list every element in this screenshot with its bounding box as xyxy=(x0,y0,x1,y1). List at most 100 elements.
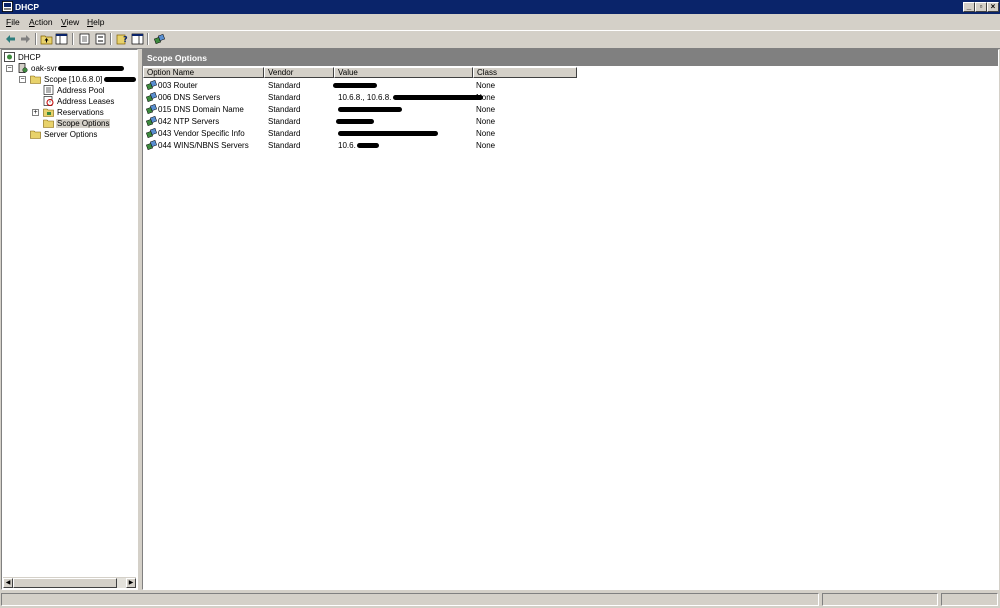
menu-action[interactable]: Action xyxy=(29,17,53,27)
option-class: None xyxy=(476,81,496,90)
option-icon xyxy=(146,80,157,91)
option-vendor: Standard xyxy=(268,141,301,150)
tree-item-scope[interactable]: Scope [10.6.8.0] xyxy=(30,74,137,85)
status-bar xyxy=(0,592,1000,608)
properties-icon[interactable] xyxy=(78,33,91,45)
back-arrow-icon[interactable] xyxy=(4,33,17,45)
scroll-thumb[interactable] xyxy=(13,578,117,588)
tree-item-server[interactable]: oak-svr xyxy=(17,63,137,74)
tree-label-server: oak-svr xyxy=(31,64,125,73)
tree-item-address-leases[interactable]: Address Leases xyxy=(43,96,133,107)
column-header-option-name[interactable]: Option Name xyxy=(143,67,264,78)
option-icon xyxy=(146,128,157,139)
define-options-icon[interactable] xyxy=(153,33,166,45)
option-vendor: Standard xyxy=(268,81,301,90)
mmc-console-icon xyxy=(2,1,13,12)
close-button[interactable]: × xyxy=(987,2,999,12)
restore-button[interactable]: ▫ xyxy=(975,2,987,12)
help-icon[interactable]: ? xyxy=(116,33,129,45)
scroll-right-arrow-icon[interactable]: ▶ xyxy=(126,578,136,588)
table-row[interactable]: 003 Router Standard None xyxy=(143,80,998,92)
option-icon xyxy=(146,104,157,115)
tree-label-address-pool: Address Pool xyxy=(57,86,105,95)
dhcp-icon xyxy=(4,52,15,62)
option-icon xyxy=(146,92,157,103)
option-class: None xyxy=(476,93,496,102)
option-name: 042 NTP Servers xyxy=(158,117,220,126)
column-header-vendor[interactable]: Vendor xyxy=(264,67,334,78)
option-value: 10.6. xyxy=(338,141,379,150)
table-row[interactable]: 006 DNS Servers Standard 10.6.8., 10.6.8… xyxy=(143,92,998,104)
collapse-server-toggle[interactable]: − xyxy=(6,65,13,72)
option-name: 006 DNS Servers xyxy=(158,93,221,102)
option-name: 003 Router xyxy=(158,81,198,90)
server-icon xyxy=(18,63,28,73)
server-options-icon xyxy=(30,130,41,139)
reservations-folder-icon xyxy=(43,108,54,117)
option-name: 043 Vendor Specific Info xyxy=(158,129,245,138)
option-class: None xyxy=(476,141,496,150)
option-icon xyxy=(146,140,157,151)
status-cell-2 xyxy=(822,593,938,606)
show-hide-action-pane-icon[interactable] xyxy=(131,33,144,45)
window-title: DHCP xyxy=(15,2,40,12)
tree-label-server-options: Server Options xyxy=(44,130,98,139)
up-folder-icon[interactable] xyxy=(40,33,53,45)
option-class: None xyxy=(476,117,496,126)
expand-reservations-toggle[interactable]: + xyxy=(32,109,39,116)
option-class: None xyxy=(476,129,496,138)
option-vendor: Standard xyxy=(268,93,301,102)
svg-text:?: ? xyxy=(123,35,128,44)
tree-item-scope-options[interactable]: Scope Options xyxy=(43,118,133,129)
option-value xyxy=(338,105,402,114)
column-header-class[interactable]: Class xyxy=(473,67,577,78)
menu-help[interactable]: Help xyxy=(87,17,104,27)
address-pool-icon xyxy=(43,85,54,95)
option-vendor: Standard xyxy=(268,105,301,114)
status-cell-main xyxy=(1,593,819,606)
minimize-button[interactable]: _ xyxy=(963,2,975,12)
tree-label-dhcp: DHCP xyxy=(18,53,41,62)
details-pane: Scope Options Option Name Vendor Value C… xyxy=(142,49,999,590)
option-vendor: Standard xyxy=(268,117,301,126)
tree-label-reservations: Reservations xyxy=(57,108,104,117)
tree-label-scope: Scope [10.6.8.0] xyxy=(44,75,137,84)
pane-title-bar: Scope Options xyxy=(143,50,998,66)
scope-options-icon xyxy=(43,119,54,128)
table-row[interactable]: 043 Vendor Specific Info Standard None xyxy=(143,128,998,140)
scroll-left-arrow-icon[interactable]: ◀ xyxy=(3,578,13,588)
tree-label-scope-options: Scope Options xyxy=(56,119,111,128)
option-value xyxy=(336,117,374,126)
column-header-value[interactable]: Value xyxy=(334,67,473,78)
export-list-icon[interactable] xyxy=(94,33,107,45)
table-row[interactable]: 042 NTP Servers Standard None xyxy=(143,116,998,128)
tree-item-dhcp[interactable]: DHCP xyxy=(4,52,134,63)
forward-arrow-icon[interactable] xyxy=(19,33,32,45)
pane-title: Scope Options xyxy=(147,53,207,63)
option-value: 10.6.8., 10.6.8. xyxy=(338,93,484,102)
menu-view[interactable]: View xyxy=(61,17,79,27)
option-name: 044 WINS/NBNS Servers xyxy=(158,141,249,150)
tree-item-server-options[interactable]: Server Options xyxy=(30,129,130,140)
address-leases-icon xyxy=(43,96,54,106)
option-name: 015 DNS Domain Name xyxy=(158,105,244,114)
option-vendor: Standard xyxy=(268,129,301,138)
table-row[interactable]: 044 WINS/NBNS Servers Standard 10.6. Non… xyxy=(143,140,998,152)
column-headers: Option Name Vendor Value Class xyxy=(143,67,998,78)
console-tree: DHCP − oak-svr − Scope [10.6.8.0] Addres… xyxy=(1,49,138,590)
option-value xyxy=(338,129,438,138)
option-class: None xyxy=(476,105,496,114)
table-row[interactable]: 015 DNS Domain Name Standard None xyxy=(143,104,998,116)
window-title-bar[interactable]: DHCP _ ▫ × xyxy=(0,0,1000,14)
collapse-scope-toggle[interactable]: − xyxy=(19,76,26,83)
toolbar: ? xyxy=(0,30,1000,49)
option-value xyxy=(333,81,377,90)
tree-label-address-leases: Address Leases xyxy=(57,97,115,106)
tree-item-address-pool[interactable]: Address Pool xyxy=(43,85,133,96)
menu-file[interactable]: File xyxy=(6,17,20,27)
folder-icon xyxy=(30,75,41,84)
tree-horizontal-scrollbar[interactable]: ◀ ▶ xyxy=(3,577,136,588)
show-hide-tree-icon[interactable] xyxy=(55,33,68,45)
status-cell-3 xyxy=(941,593,998,606)
tree-item-reservations[interactable]: Reservations xyxy=(43,107,133,118)
